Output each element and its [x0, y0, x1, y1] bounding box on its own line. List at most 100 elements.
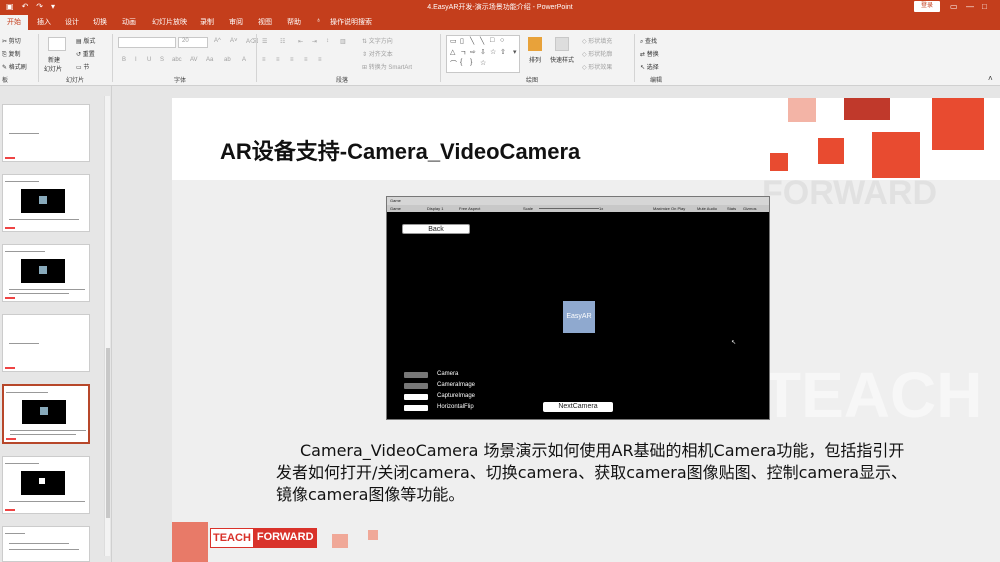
textbox-shape-icon[interactable]: ▭	[450, 37, 457, 45]
maximize-on-play-toggle[interactable]: Maximize On Play	[653, 206, 685, 211]
find-button[interactable]: ⌕ 查找	[640, 36, 657, 46]
brace-shape-icon[interactable]: }	[470, 59, 472, 66]
tab-home[interactable]: 开始	[0, 15, 28, 30]
connector-shape-icon[interactable]: ㄱ	[460, 48, 466, 58]
shape-outline-button[interactable]: ◇ 形状轮廓	[582, 49, 612, 58]
gallery-more-icon[interactable]: ▾	[513, 48, 517, 56]
new-slide-label[interactable]: 新建	[48, 55, 60, 64]
scale-slider[interactable]	[539, 208, 599, 209]
shrink-font-icon[interactable]: A˅	[230, 38, 238, 44]
toggle-box[interactable]	[404, 405, 428, 411]
brace-shape-icon[interactable]: {	[460, 59, 462, 66]
align-center-icon[interactable]: ≡	[276, 57, 280, 63]
star-shape-icon[interactable]: ☆	[480, 59, 486, 67]
justify-icon[interactable]: ≡	[304, 57, 308, 63]
arrange-label[interactable]: 排列	[529, 55, 541, 64]
slide-thumbnail[interactable]	[2, 174, 90, 232]
numbering-icon[interactable]: ☷	[280, 38, 285, 45]
grow-font-icon[interactable]: A^	[214, 38, 221, 44]
select-button[interactable]: ↖ 选择	[640, 62, 659, 71]
line-shape-icon[interactable]: ╲	[480, 37, 484, 45]
game-toolbar-game[interactable]: Game	[390, 206, 401, 211]
triangle-shape-icon[interactable]: △	[450, 48, 455, 56]
aspect-select[interactable]: Free Aspect	[459, 206, 480, 211]
toggle-box[interactable]	[404, 394, 428, 400]
rectangle-shape-icon[interactable]: □	[490, 37, 494, 44]
line-spacing-icon[interactable]: ↕	[326, 38, 329, 44]
shapes-gallery[interactable]: ▭ ▯ ╲ ╲ □ ○ △ ㄱ ⇨ ⇩ ☆ ⇧ ⌒ { } ☆ ▾	[446, 35, 520, 73]
login-button[interactable]: 登录	[914, 1, 940, 12]
next-camera-button[interactable]: NextCamera	[543, 402, 613, 412]
toggle-box[interactable]	[404, 372, 428, 378]
bold-icon[interactable]: B	[122, 57, 126, 63]
tab-slideshow[interactable]: 幻灯片放映	[152, 17, 187, 27]
columns-icon[interactable]: ▥	[340, 38, 346, 45]
section-button[interactable]: ▭ 节	[76, 62, 89, 71]
strikethrough-icon[interactable]: abc	[172, 57, 182, 63]
ribbon-display-icon[interactable]: ▭	[950, 2, 958, 11]
underline-icon[interactable]: U	[147, 57, 151, 63]
restore-icon[interactable]: □	[982, 2, 987, 11]
tab-record[interactable]: 录制	[200, 17, 214, 27]
oval-shape-icon[interactable]: ○	[500, 37, 504, 44]
align-right-icon[interactable]: ≡	[290, 57, 294, 63]
gizmos-toggle[interactable]: Gizmos	[743, 206, 757, 211]
tab-help[interactable]: 帮助	[287, 17, 301, 27]
callout-shape-icon[interactable]: ⌒	[450, 59, 457, 69]
slide-canvas[interactable]: AR设备支持-Camera_VideoCamera FORWARD TEACH …	[172, 98, 1000, 562]
slide-thumbnail[interactable]	[2, 244, 90, 302]
change-case-icon[interactable]: Aa	[206, 57, 213, 63]
replace-button[interactable]: ⇄ 替换	[640, 49, 659, 58]
new-slide-label-2[interactable]: 幻灯片	[44, 64, 62, 73]
copy-button[interactable]: ⎘ 复制	[2, 49, 20, 59]
align-text-button[interactable]: ⇕ 对齐文本	[362, 49, 393, 58]
star-shape-icon[interactable]: ☆	[490, 48, 496, 56]
font-size-select[interactable]: 20	[178, 37, 208, 48]
scrollbar-thumb[interactable]	[106, 348, 110, 518]
collapse-ribbon-icon[interactable]: ˄	[988, 74, 993, 83]
arrange-icon[interactable]	[528, 37, 542, 51]
slide-title[interactable]: AR设备支持-Camera_VideoCamera	[220, 134, 580, 166]
display-select[interactable]: Display 1	[427, 206, 443, 211]
unity-game-view[interactable]: Game Game Display 1 Free Aspect Scale 1x…	[386, 196, 770, 420]
stats-toggle[interactable]: Stats	[727, 206, 736, 211]
quick-styles-label[interactable]: 快速样式	[550, 55, 574, 64]
font-name-select[interactable]	[118, 37, 176, 48]
shape-effects-button[interactable]: ◇ 形状效果	[582, 62, 612, 71]
reset-button[interactable]: ↺ 重置	[76, 49, 95, 58]
game-tab[interactable]: Game	[387, 197, 769, 205]
tab-design[interactable]: 设计	[65, 17, 79, 27]
slide-thumbnail[interactable]	[2, 314, 90, 372]
arrow-down-shape-icon[interactable]: ⇩	[480, 48, 486, 56]
tab-view[interactable]: 视图	[258, 17, 272, 27]
thumbnail-scrollbar[interactable]	[104, 96, 110, 556]
slide-thumbnail[interactable]	[2, 526, 90, 562]
shape-fill-button[interactable]: ◇ 形状填充	[582, 36, 612, 45]
textbox-vertical-shape-icon[interactable]: ▯	[460, 37, 464, 45]
tab-insert[interactable]: 插入	[37, 17, 51, 27]
char-spacing-icon[interactable]: AV	[190, 57, 198, 63]
format-painter-button[interactable]: ✎ 格式刷	[2, 62, 27, 71]
mute-audio-toggle[interactable]: Mute Audio	[697, 206, 717, 211]
arrow-right-shape-icon[interactable]: ⇨	[470, 48, 476, 56]
slide-description[interactable]: Camera_VideoCamera 场景演示如何使用AR基础的相机Camera…	[276, 440, 916, 506]
tab-review[interactable]: 审阅	[229, 17, 243, 27]
decrease-indent-icon[interactable]: ⇤	[298, 38, 303, 45]
new-slide-icon[interactable]	[48, 37, 66, 51]
text-direction-button[interactable]: ⇅ 文字方向	[362, 36, 393, 45]
bullets-icon[interactable]: ☰	[262, 38, 267, 45]
toggle-box[interactable]	[404, 383, 428, 389]
slide-thumbnail[interactable]	[2, 104, 90, 162]
slide-thumbnail[interactable]	[2, 456, 90, 514]
tell-me-search[interactable]: 操作说明搜索	[330, 17, 372, 27]
tab-transitions[interactable]: 切换	[93, 17, 107, 27]
slide-thumbnail-selected[interactable]	[2, 384, 90, 444]
shadow-icon[interactable]: S	[160, 57, 164, 63]
minimize-icon[interactable]: —	[966, 2, 974, 11]
back-button[interactable]: Back	[402, 224, 470, 234]
layout-button[interactable]: ▤ 版式	[76, 36, 95, 45]
increase-indent-icon[interactable]: ⇥	[312, 38, 317, 45]
align-left-icon[interactable]: ≡	[262, 57, 266, 63]
line-shape-icon[interactable]: ╲	[470, 37, 474, 45]
quick-styles-icon[interactable]	[555, 37, 569, 51]
